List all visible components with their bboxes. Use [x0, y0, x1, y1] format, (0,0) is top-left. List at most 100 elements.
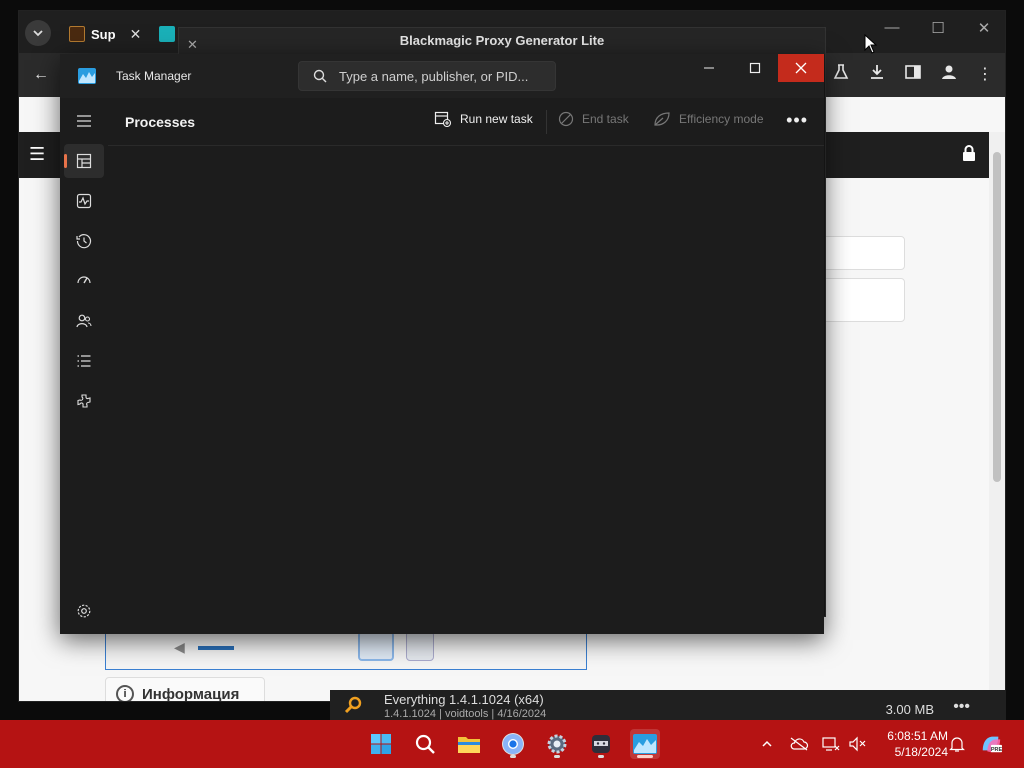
efficiency-mode-button[interactable]: Efficiency mode	[653, 111, 764, 127]
end-task-label: End task	[582, 112, 629, 126]
bell-icon	[949, 737, 965, 752]
end-task-button[interactable]: End task	[558, 111, 629, 127]
close-icon[interactable]: ✕	[969, 19, 999, 37]
active-indicator	[637, 755, 653, 758]
kebab-menu-icon[interactable]: ⋮	[973, 63, 997, 87]
window-title: Blackmagic Proxy Generator Lite	[399, 33, 605, 48]
settings-gear-icon	[547, 734, 567, 754]
file-explorer-button[interactable]	[454, 729, 484, 759]
copilot-button[interactable]: PRE	[980, 733, 1002, 755]
nav-app-history[interactable]	[64, 224, 104, 258]
nav-startup-apps[interactable]	[64, 264, 104, 298]
everything-panel: Everything 1.4.1.1024 (x64) 1.4.1.1024 |…	[330, 690, 1006, 720]
hamburger-menu-icon[interactable]: ☰	[29, 144, 45, 165]
scrollbar-thumb[interactable]	[993, 152, 1001, 482]
window-titlebar: ✕ Blackmagic Proxy Generator Lite	[179, 28, 825, 54]
network-icon	[822, 737, 840, 751]
more-options-icon[interactable]: •••	[953, 698, 970, 716]
onedrive-tray-button[interactable]	[788, 733, 810, 755]
details-icon	[77, 355, 91, 367]
show-hidden-icons-button[interactable]	[756, 733, 778, 755]
task-manager-window: Task Manager Type a name, publisher, or …	[60, 54, 824, 634]
notifications-button[interactable]	[946, 733, 968, 755]
system-clock[interactable]: 6:08:51 AM 5/18/2024	[872, 728, 948, 760]
browser-tab[interactable]: Sup ✕	[61, 19, 149, 49]
minimize-icon[interactable]: —	[877, 19, 907, 36]
app-size: 3.00 MB	[885, 702, 934, 717]
processes-icon	[76, 153, 92, 169]
hamburger-menu-button[interactable]	[64, 104, 104, 138]
info-label: Информация	[142, 685, 240, 702]
play-button[interactable]	[358, 631, 394, 661]
network-tray-button[interactable]	[820, 733, 842, 755]
stop-button[interactable]	[406, 631, 434, 661]
tab-close-icon[interactable]: ✕	[130, 26, 142, 43]
end-task-icon	[558, 111, 574, 127]
more-options-icon[interactable]: •••	[786, 110, 808, 131]
nav-settings[interactable]	[64, 594, 104, 628]
user-card-icon	[159, 26, 175, 42]
task-manager-icon	[633, 734, 657, 754]
volume-icon[interactable]: ◀	[174, 639, 185, 656]
maximize-button[interactable]	[732, 54, 778, 82]
performance-icon	[76, 193, 92, 209]
volume-tray-button[interactable]	[846, 733, 868, 755]
info-button[interactable]: i Информация	[105, 677, 265, 702]
close-button[interactable]	[778, 54, 824, 82]
maximize-icon	[749, 62, 761, 74]
clock-time: 6:08:51 AM	[887, 729, 948, 743]
services-icon	[77, 394, 91, 408]
taskbar: 6:08:51 AM 5/18/2024 PRE	[0, 720, 1024, 768]
mouse-cursor-icon	[864, 34, 878, 54]
command-bar: Processes Run new task End task Efficien…	[108, 98, 824, 146]
running-indicator	[598, 755, 604, 758]
svg-text:PRE: PRE	[991, 747, 1002, 753]
run-new-task-button[interactable]: Run new task	[434, 111, 533, 127]
ninja-app-button[interactable]	[586, 729, 616, 759]
scrollbar[interactable]	[989, 132, 1005, 701]
leaf-icon	[654, 112, 670, 126]
volume-muted-icon	[849, 736, 866, 752]
nav-performance[interactable]	[64, 184, 104, 218]
download-icon[interactable]	[865, 63, 889, 87]
run-new-task-icon	[434, 111, 452, 127]
app-title: Task Manager	[116, 69, 192, 83]
ninja-app-icon	[592, 735, 610, 753]
back-arrow-icon[interactable]: ←	[29, 63, 53, 87]
nav-processes[interactable]	[64, 144, 104, 178]
nav-services[interactable]	[64, 384, 104, 418]
task-manager-taskbar-button[interactable]	[630, 729, 660, 759]
magnifier-icon	[344, 696, 362, 714]
desktop: Sup ✕ — ☐ ✕ ← ⋮ ☰ ◀ i Информация Everyth…	[0, 0, 1024, 768]
profile-icon[interactable]	[937, 63, 961, 87]
maximize-icon[interactable]: ☐	[923, 19, 953, 37]
tab-search-button[interactable]	[25, 20, 51, 46]
app-meta: 1.4.1.1024 | voidtools | 4/16/2024	[384, 708, 547, 720]
settings-app-button[interactable]	[542, 729, 572, 759]
file-explorer-icon	[458, 737, 480, 753]
app-name: Everything 1.4.1.1024 (x64)	[384, 692, 544, 707]
tab-label: Sup	[91, 26, 116, 42]
nav-details[interactable]	[64, 344, 104, 378]
run-new-task-label: Run new task	[460, 112, 533, 126]
cloud-off-icon	[790, 737, 809, 751]
volume-slider[interactable]	[198, 646, 234, 650]
start-button[interactable]	[366, 729, 396, 759]
clock-date: 5/18/2024	[894, 745, 948, 759]
search-input[interactable]	[339, 66, 549, 86]
nav-users[interactable]	[64, 304, 104, 338]
task-manager-icon	[78, 68, 96, 84]
running-indicator	[554, 755, 560, 758]
chevron-up-icon	[762, 740, 772, 747]
labs-flask-icon[interactable]	[829, 63, 853, 87]
taskbar-search-button[interactable]	[410, 729, 440, 759]
chrome-button[interactable]	[498, 729, 528, 759]
app-icon	[69, 26, 85, 42]
minimize-button[interactable]	[686, 54, 732, 82]
app-history-icon	[76, 234, 92, 249]
search-box[interactable]	[298, 61, 556, 91]
chevron-down-icon	[33, 30, 43, 37]
windows-start-icon	[371, 734, 391, 754]
side-panel-icon[interactable]	[901, 63, 925, 87]
minimize-icon	[704, 67, 714, 69]
